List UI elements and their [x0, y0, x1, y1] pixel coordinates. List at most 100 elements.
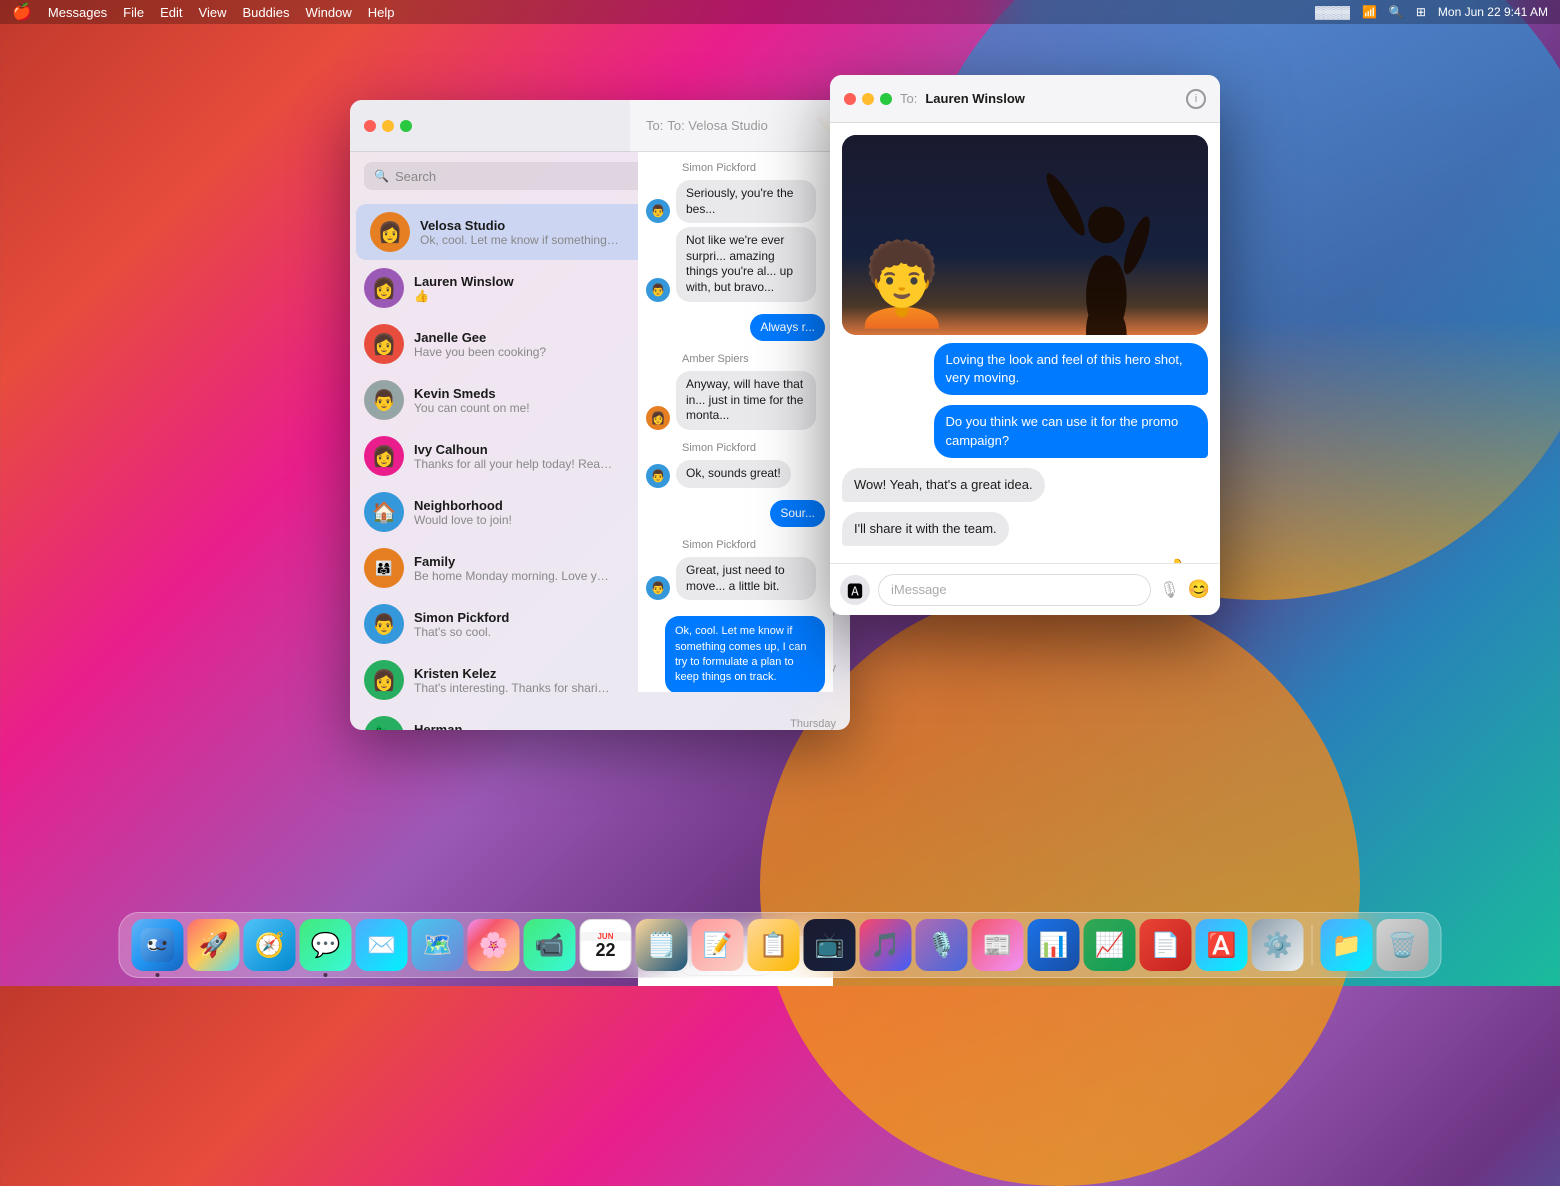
back-msg-row-1: 👨 Seriously, you're the bes...: [646, 180, 825, 223]
dock-mail[interactable]: ✉️: [356, 919, 408, 971]
front-maximize-button[interactable]: [880, 93, 892, 105]
keynote-icon-char: 📊: [1039, 931, 1069, 960]
conv-item-herman[interactable]: 🦎 Herman Secret about box. Thursday: [350, 708, 850, 730]
conv-time-herman: Thursday: [790, 716, 836, 730]
clock: Mon Jun 22 9:41 AM: [1438, 5, 1548, 19]
finder-dot: [156, 973, 160, 977]
msg-row-incoming2: I'll share it with the team.: [842, 512, 1208, 546]
menubar-right: ▓▓▓▓ 📶 🔍 ⊞ Mon Jun 22 9:41 AM: [1315, 5, 1548, 19]
back-msg-row-simon3: 👨 Great, just need to move... a little b…: [646, 557, 825, 600]
menubar-file[interactable]: File: [123, 5, 144, 20]
dock-calendar[interactable]: JUN 22: [580, 919, 632, 971]
dock-messages[interactable]: 💬: [300, 919, 352, 971]
back-chat-messages: Simon Pickford 👨 Seriously, you're the b…: [638, 152, 833, 692]
conv-avatar-kristen: 👩: [364, 660, 404, 700]
conv-avatar-janelle: 👩: [364, 324, 404, 364]
conv-preview-lauren: 👍: [414, 289, 614, 303]
minimize-button[interactable]: [382, 120, 394, 132]
dock-settings[interactable]: ⚙️: [1252, 919, 1304, 971]
dock-numbers[interactable]: 📈: [1084, 919, 1136, 971]
notes-icon-char: 📋: [759, 931, 789, 960]
front-to-name: Lauren Winslow: [925, 91, 1025, 106]
back-sender-simon2: Simon Pickford: [646, 442, 825, 454]
front-memoji-btn[interactable]: 🅰: [840, 575, 870, 605]
back-msg-group-1: Simon Pickford 👨 Seriously, you're the b…: [646, 162, 825, 302]
conv-preview-kevin: You can count on me!: [414, 401, 614, 415]
menubar-left: 🍎 Messages File Edit View Buddies Window…: [12, 2, 394, 22]
news-icon-char: 📰: [983, 931, 1013, 960]
dock-pages[interactable]: 📄: [1140, 919, 1192, 971]
traffic-lights: [364, 120, 412, 132]
menubar-window[interactable]: Window: [305, 5, 351, 20]
conv-info-herman: Herman Secret about box.: [414, 722, 780, 731]
front-emoji-icon[interactable]: 😊: [1188, 579, 1210, 600]
menubar-app-name[interactable]: Messages: [48, 5, 107, 20]
conv-avatar-kevin: 👨: [364, 380, 404, 420]
wifi-icon: 📶: [1362, 5, 1377, 19]
apple-menu[interactable]: 🍎: [12, 2, 32, 22]
dock-facetime[interactable]: 📹: [524, 919, 576, 971]
search-icon[interactable]: 🔍: [1389, 5, 1404, 19]
back-msg-row-2: 👨 Not like we're ever surpri... amazing …: [646, 227, 825, 301]
mail-icon-char: ✉️: [367, 931, 397, 960]
front-info-button[interactable]: i: [1186, 89, 1206, 109]
tv-icon-char: 📺: [815, 931, 845, 960]
bubble-incoming2: I'll share it with the team.: [842, 512, 1009, 546]
dock-keynote[interactable]: 📊: [1028, 919, 1080, 971]
conv-preview-neighborhood: Would love to join!: [414, 513, 614, 527]
dock-appstore[interactable]: 🅰️: [1196, 919, 1248, 971]
launchpad-icon: 🚀: [199, 931, 229, 960]
msg-row-hero-caption1: Loving the look and feel of this hero sh…: [842, 343, 1208, 395]
front-audio-icon[interactable]: 🎙: [1159, 580, 1179, 600]
dock-music[interactable]: 🎵: [860, 919, 912, 971]
maximize-button[interactable]: [400, 120, 412, 132]
dock-finder[interactable]: [132, 919, 184, 971]
front-imessage-input[interactable]: iMessage: [878, 574, 1151, 606]
dock-photos[interactable]: 🌸: [468, 919, 520, 971]
front-titlebar: To: Lauren Winslow i: [830, 75, 1220, 123]
conv-avatar-herman: 🦎: [364, 716, 404, 730]
controlcenter-icon[interactable]: ⊞: [1416, 5, 1426, 19]
dock-launchpad[interactable]: 🚀: [188, 919, 240, 971]
back-msg-group-simon3: Simon Pickford 👨 Great, just need to mov…: [646, 539, 825, 600]
front-minimize-button[interactable]: [862, 93, 874, 105]
dock-reminders[interactable]: 📝: [692, 919, 744, 971]
photos-icon-char: 🌸: [479, 931, 509, 960]
back-msg-group-amber: Amber Spiers 👩 Anyway, will have that in…: [646, 353, 825, 430]
back-msg-group-simon2: Simon Pickford 👨 Ok, sounds great!: [646, 442, 825, 488]
back-avatar-simon1: 👨: [646, 199, 670, 223]
back-big-bubble-row: Ok, cool. Let me know if something comes…: [646, 616, 825, 692]
back-avatar-simon3: 👨: [646, 464, 670, 488]
back-bubble-amber: Anyway, will have that in... just in tim…: [676, 371, 816, 430]
numbers-icon-char: 📈: [1095, 931, 1125, 960]
menubar-buddies[interactable]: Buddies: [242, 5, 289, 20]
dock-divider: [1312, 925, 1313, 965]
menubar-edit[interactable]: Edit: [160, 5, 182, 20]
bubble-hero2: Do you think we can use it for the promo…: [934, 405, 1209, 457]
front-chat-body: 🧑‍🦱 Loving the look and feel of this her…: [830, 123, 1220, 563]
msg-row-hero-caption2: Do you think we can use it for the promo…: [842, 405, 1208, 457]
music-icon-char: 🎵: [871, 931, 901, 960]
dock-notes[interactable]: 📋: [748, 919, 800, 971]
conv-preview-ivy: Thanks for all your help today! Really a…: [414, 457, 614, 471]
menubar: 🍎 Messages File Edit View Buddies Window…: [0, 0, 1560, 24]
dock-files[interactable]: 📁: [1321, 919, 1373, 971]
dock-safari[interactable]: 🧭: [244, 919, 296, 971]
dock-stickies[interactable]: 🗒️: [636, 919, 688, 971]
battery-icon: ▓▓▓▓: [1315, 5, 1350, 19]
back-bubble-sour: Sour...: [770, 500, 825, 528]
dock-tv[interactable]: 📺: [804, 919, 856, 971]
back-outgoing-1: Always r...: [646, 314, 825, 342]
menubar-view[interactable]: View: [199, 5, 227, 20]
conv-name-herman: Herman: [414, 722, 780, 731]
menubar-help[interactable]: Help: [368, 5, 395, 20]
search-placeholder: Search: [395, 169, 436, 184]
back-to-name: To: Velosa Studio: [667, 118, 767, 133]
bg-shape2: [760, 586, 1360, 1186]
dock-news[interactable]: 📰: [972, 919, 1024, 971]
close-button[interactable]: [364, 120, 376, 132]
front-close-button[interactable]: [844, 93, 856, 105]
dock-maps[interactable]: 🗺️: [412, 919, 464, 971]
dock-podcasts[interactable]: 🎙️: [916, 919, 968, 971]
dock-trash[interactable]: 🗑️: [1377, 919, 1429, 971]
